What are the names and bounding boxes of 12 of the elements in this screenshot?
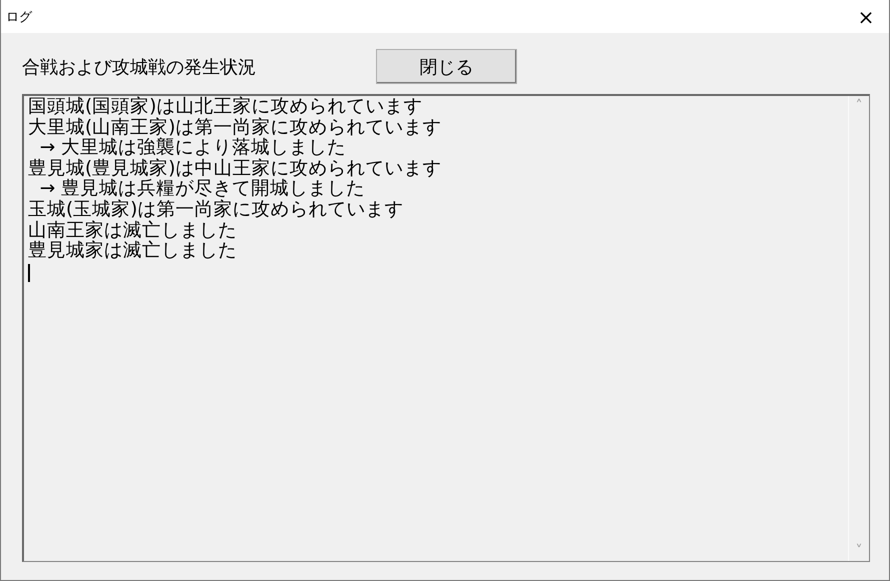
log-line: 国頭城(国頭家)は山北王家に攻められています [28,97,422,117]
log-line: 大里城(山南王家)は第一尚家に攻められています [28,118,442,138]
log-line: 豊見城家は滅亡しました [28,241,237,262]
log-line: 玉城(玉城家)は第一尚家に攻められています [28,200,404,220]
close-button[interactable]: 閉じる [376,49,517,84]
log-line: → 大里城は強襲により落城しました [38,138,346,158]
window-title: ログ [6,8,32,26]
log-line: 豊見城(豊見城家)は中山王家に攻められています [28,158,442,179]
section-label: 合戦および攻城戦の発生状況 [22,56,257,78]
text-cursor-icon [28,264,30,282]
log-line: 山南王家は滅亡しました [28,220,237,241]
log-line: → 豊見城は兵糧が尽きて開城しました [38,179,366,200]
